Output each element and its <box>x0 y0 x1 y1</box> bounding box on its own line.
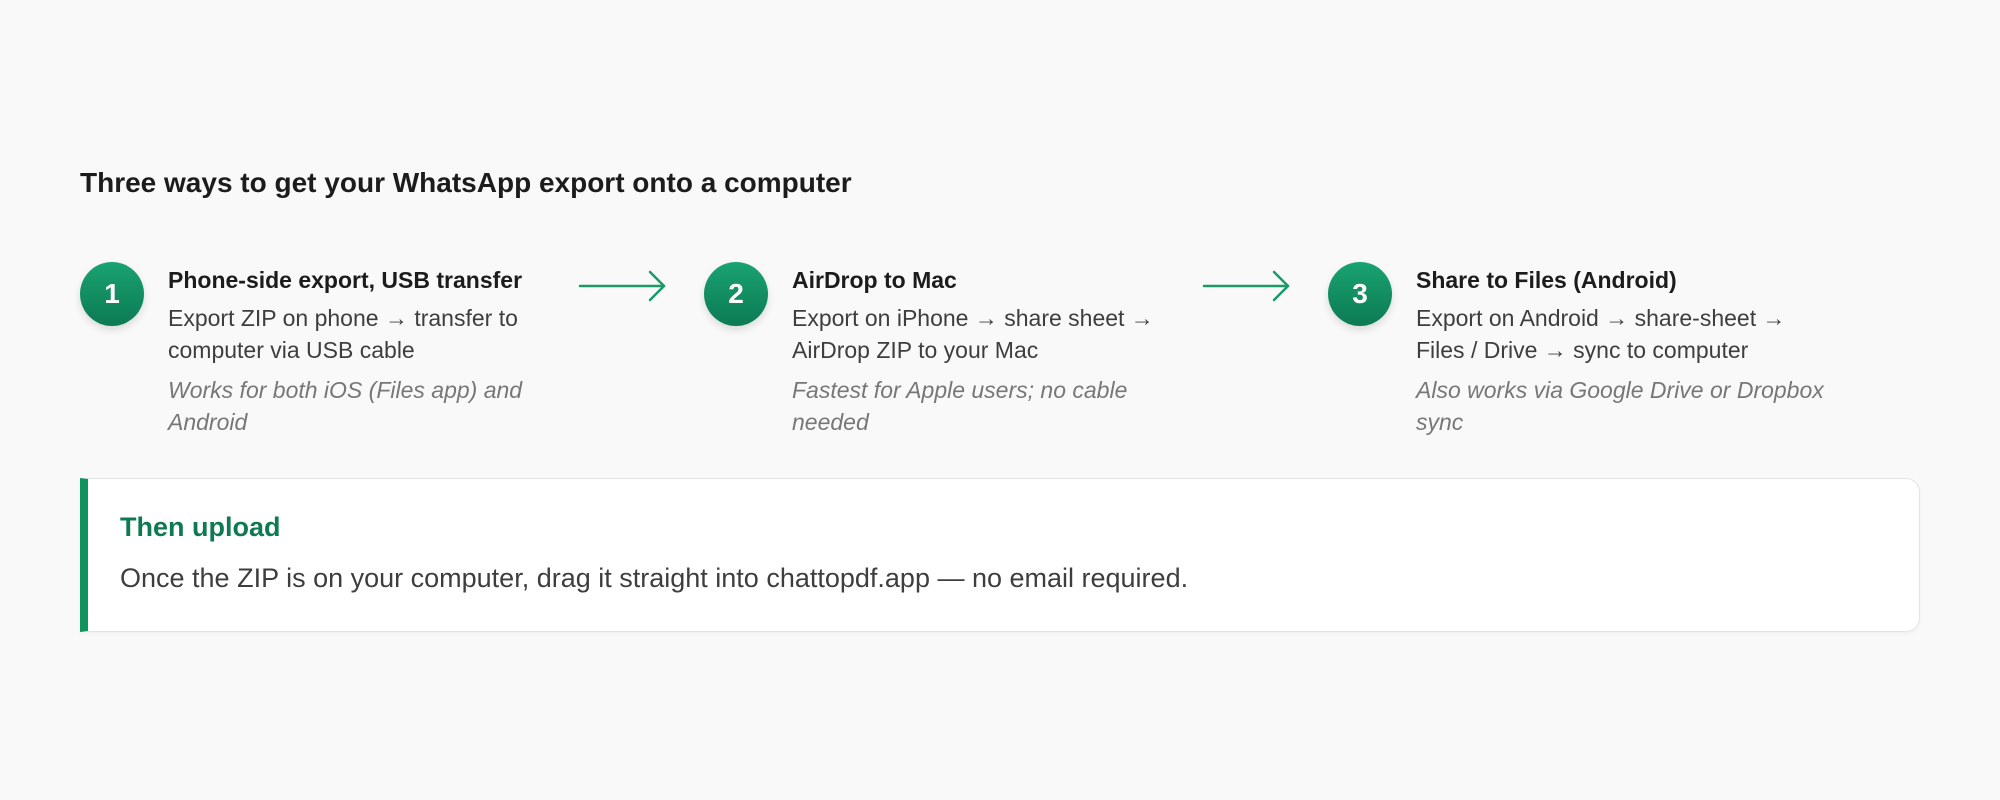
step-text: Share to Files (Android) Export on Andro… <box>1416 264 1826 438</box>
step-number-badge: 2 <box>704 262 768 326</box>
step-note: Works for both iOS (Files app) and Andro… <box>168 377 523 435</box>
step-title: AirDrop to Mac <box>792 267 957 293</box>
step-title: Share to Files (Android) <box>1416 267 1677 293</box>
arrow-right-icon <box>578 270 666 302</box>
step-3: 3 Share to Files (Android) Export on And… <box>1328 262 1828 442</box>
step-text: AirDrop to Mac Export on iPhone → share … <box>792 264 1202 438</box>
step-description: Export on Android → share-sheet → Files … <box>1416 305 1786 363</box>
content-wrapper: Three ways to get your WhatsApp export o… <box>80 0 1920 800</box>
step-note: Fastest for Apple users; no cable needed <box>792 377 1128 435</box>
arrow-right-icon <box>1202 270 1290 302</box>
step-description: Export ZIP on phone → transfer to comput… <box>168 305 518 363</box>
upload-callout: Then upload Once the ZIP is on your comp… <box>80 478 1920 632</box>
page-title: Three ways to get your WhatsApp export o… <box>80 167 852 198</box>
step-title: Phone-side export, USB transfer <box>168 267 523 293</box>
step-number-badge: 1 <box>80 262 144 326</box>
callout-title: Then upload <box>120 512 281 542</box>
step-description: Export on iPhone → share sheet → AirDrop… <box>792 305 1154 363</box>
step-text: Phone-side export, USB transfer Export Z… <box>168 264 578 438</box>
step-2: 2 AirDrop to Mac Export on iPhone → shar… <box>704 262 1204 442</box>
callout-body: Once the ZIP is on your computer, drag i… <box>120 563 1189 593</box>
step-note: Also works via Google Drive or Dropbox s… <box>1416 377 1824 435</box>
step-1: 1 Phone-side export, USB transfer Export… <box>80 262 580 442</box>
step-number-badge: 3 <box>1328 262 1392 326</box>
